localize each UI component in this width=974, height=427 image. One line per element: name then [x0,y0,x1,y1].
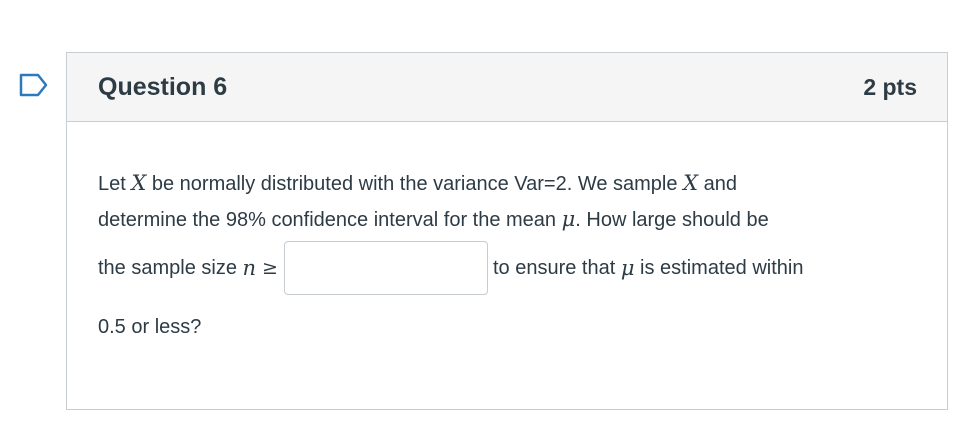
answer-input[interactable] [283,241,488,295]
question-line-4: 0.5 or less? [98,316,202,338]
question-points: 2 pts [863,73,917,100]
question-line-1: Let X be normally distributed with the v… [98,166,917,202]
question-text: Let X be normally distributed with the v… [67,122,947,345]
question-card: Question 6 2 pts Let X be normally distr… [66,52,948,410]
text-fragment: determine the 98% confidence interval fo… [98,209,562,231]
question-title: Question 6 [98,72,228,101]
text-fragment: be normally distributed with the varianc… [146,173,684,195]
text-fragment: to ensure that [492,256,621,279]
math-variable-x: X [683,171,699,195]
math-symbol-mu: μ [561,207,576,231]
bookmark-flag-icon[interactable] [18,70,50,100]
question-line-3: the sample size n ≥ to ensure that μ is e… [98,240,917,296]
text-fragment: and [698,173,737,195]
text-fragment: . How large should be [575,209,769,231]
math-variable-x: X [131,171,147,195]
text-fragment: Let [98,173,132,195]
text-fragment: the sample size [98,256,243,279]
question-header: Question 6 2 pts [67,53,947,122]
math-symbol-geq: ≥ [262,256,278,279]
math-symbol-mu: μ [620,255,635,280]
text-fragment: is estimated within [634,256,804,279]
question-line-2: determine the 98% confidence interval fo… [98,202,917,238]
math-variable-n: n [242,255,257,280]
